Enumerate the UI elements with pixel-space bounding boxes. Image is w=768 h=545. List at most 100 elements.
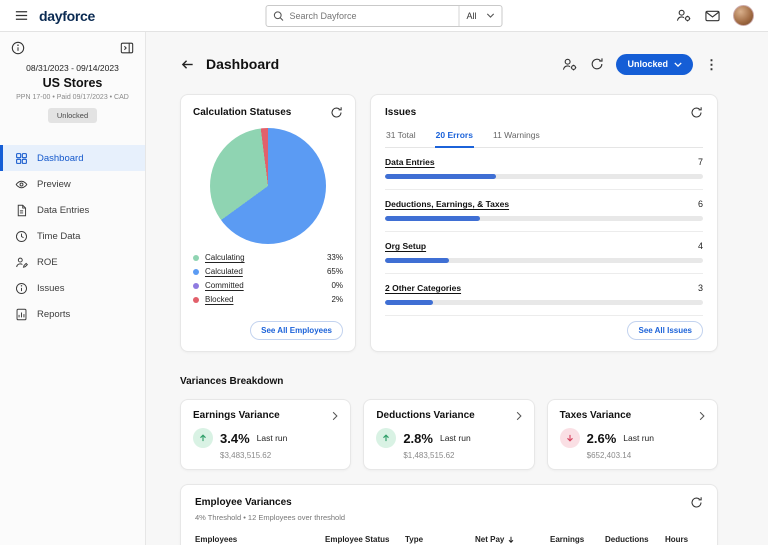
see-all-employees-button[interactable]: See All Employees [250, 321, 343, 340]
org-name: US Stores [0, 76, 145, 90]
back-arrow-icon[interactable] [180, 57, 195, 72]
issue-category-link[interactable]: Deductions, Earnings, & Taxes [385, 199, 509, 209]
refresh-icon[interactable] [690, 496, 703, 509]
variance-percent: 2.8% [403, 431, 433, 446]
legend-label[interactable]: Committed [205, 281, 244, 290]
person-edit-icon [15, 256, 28, 269]
issue-category-link[interactable]: 2 Other Categories [385, 283, 461, 293]
refresh-icon[interactable] [590, 57, 604, 71]
employee-variances-card: Employee Variances 4% Threshold • 12 Emp… [180, 484, 718, 545]
legend-value: 33% [327, 253, 343, 262]
variances-breakdown-title: Variances Breakdown [180, 376, 768, 387]
legend-item-committed: Committed 0% [193, 281, 343, 290]
column-header-earnings[interactable]: Earnings [550, 535, 605, 544]
sidebar-item-label: Time Data [37, 231, 80, 242]
legend-dot-calculated [193, 269, 199, 275]
chevron-right-icon [699, 411, 705, 421]
calculation-pie-chart [210, 128, 326, 244]
employee-variances-title: Employee Variances [195, 497, 292, 508]
hamburger-menu-icon[interactable] [14, 8, 29, 23]
sidebar-item-issues[interactable]: Issues [0, 275, 145, 301]
sidebar-item-dashboard[interactable]: Dashboard [0, 145, 145, 171]
legend-label[interactable]: Calculated [205, 267, 243, 276]
employee-settings-icon[interactable] [561, 57, 578, 72]
app-window: dayforce All [0, 0, 768, 545]
issue-count: 7 [698, 157, 703, 167]
user-avatar[interactable] [733, 5, 754, 26]
tab-warnings[interactable]: 11 Warnings [492, 128, 541, 148]
info-icon[interactable] [11, 41, 25, 55]
earnings-variance-card[interactable]: Earnings Variance 3.4% Last run $3,483,5… [180, 399, 351, 470]
column-header-net-pay[interactable]: Net Pay [475, 535, 550, 544]
unlocked-dropdown-button[interactable]: Unlocked [616, 54, 693, 75]
issue-category-link[interactable]: Org Setup [385, 241, 426, 251]
chevron-down-icon [674, 62, 682, 67]
issues-tabs: 31 Total 20 Errors 11 Warnings [385, 128, 703, 148]
variance-caption: Last run [623, 433, 654, 443]
sidebar-item-preview[interactable]: Preview [0, 171, 145, 197]
sidebar-item-label: Issues [37, 283, 64, 294]
collapse-panel-icon[interactable] [120, 41, 134, 55]
employee-variances-table-header: Employees Employee Status Type Net Pay E… [195, 535, 703, 545]
dashboard-icon [15, 152, 28, 165]
column-header-employee-status[interactable]: Employee Status [325, 535, 405, 544]
issue-row-org-setup: Org Setup 4 [385, 232, 703, 274]
variance-caption: Last run [257, 433, 288, 443]
unlocked-label: Unlocked [627, 59, 668, 69]
column-header-hours[interactable]: Hours [665, 535, 703, 544]
search-scope-label: All [466, 11, 476, 21]
pay-run-meta: PPN 17-00 • Paid 09/17/2023 • CAD [0, 94, 145, 101]
search-scope-dropdown[interactable]: All [458, 6, 501, 26]
pie-legend: Calculating 33% Calculated 65% Committed… [193, 253, 343, 304]
legend-value: 65% [327, 267, 343, 276]
legend-item-calculating: Calculating 33% [193, 253, 343, 262]
variance-card-title: Deductions Variance [376, 410, 474, 421]
trend-up-icon [376, 428, 396, 448]
column-header-deductions[interactable]: Deductions [605, 535, 665, 544]
chevron-down-icon [487, 13, 495, 18]
issues-card: Issues 31 Total 20 Errors 11 Warnings Da… [370, 94, 718, 352]
taxes-variance-card[interactable]: Taxes Variance 2.6% Last run $652,403.14 [547, 399, 718, 470]
search-icon [273, 10, 285, 22]
issue-progress-bar [385, 174, 703, 179]
sort-desc-icon [507, 535, 515, 544]
variance-amount: $3,483,515.62 [220, 451, 338, 460]
legend-label[interactable]: Calculating [205, 253, 245, 262]
sidebar-item-data-entries[interactable]: Data Entries [0, 197, 145, 223]
kebab-menu-icon[interactable]: ⋮ [705, 58, 718, 71]
refresh-icon[interactable] [330, 106, 343, 119]
search-input[interactable] [285, 11, 459, 21]
issue-count: 6 [698, 199, 703, 209]
issue-category-link[interactable]: Data Entries [385, 157, 435, 167]
main-content: Dashboard Unlocked ⋮ Calculation Stat [146, 32, 768, 545]
issue-progress-bar [385, 300, 703, 305]
legend-dot-calculating [193, 255, 199, 261]
mail-icon[interactable] [705, 10, 720, 22]
sidebar-item-reports[interactable]: Reports [0, 301, 145, 327]
sidebar-item-roe[interactable]: ROE [0, 249, 145, 275]
report-icon [15, 308, 28, 321]
user-settings-icon[interactable] [675, 8, 692, 23]
deductions-variance-card[interactable]: Deductions Variance 2.8% Last run $1,483… [363, 399, 534, 470]
clock-icon [15, 230, 28, 243]
refresh-icon[interactable] [690, 106, 703, 119]
sidebar-item-time-data[interactable]: Time Data [0, 223, 145, 249]
page-header: Dashboard Unlocked ⋮ [180, 52, 718, 76]
legend-label[interactable]: Blocked [205, 295, 233, 304]
chevron-right-icon [332, 411, 338, 421]
issue-row-other-categories: 2 Other Categories 3 [385, 274, 703, 316]
tab-errors[interactable]: 20 Errors [435, 128, 474, 148]
sidebar-item-label: Reports [37, 309, 70, 320]
column-header-employees[interactable]: Employees [195, 535, 325, 544]
see-all-issues-button[interactable]: See All Issues [627, 321, 703, 340]
info-circle-icon [15, 282, 28, 295]
trend-down-icon [560, 428, 580, 448]
sidebar-item-label: Data Entries [37, 205, 89, 216]
search-bar[interactable]: All [266, 5, 503, 27]
status-badge: Unlocked [48, 108, 97, 123]
variance-card-title: Earnings Variance [193, 410, 280, 421]
issue-count: 3 [698, 283, 703, 293]
variance-caption: Last run [440, 433, 471, 443]
column-header-type[interactable]: Type [405, 535, 475, 544]
tab-total[interactable]: 31 Total [385, 128, 417, 148]
